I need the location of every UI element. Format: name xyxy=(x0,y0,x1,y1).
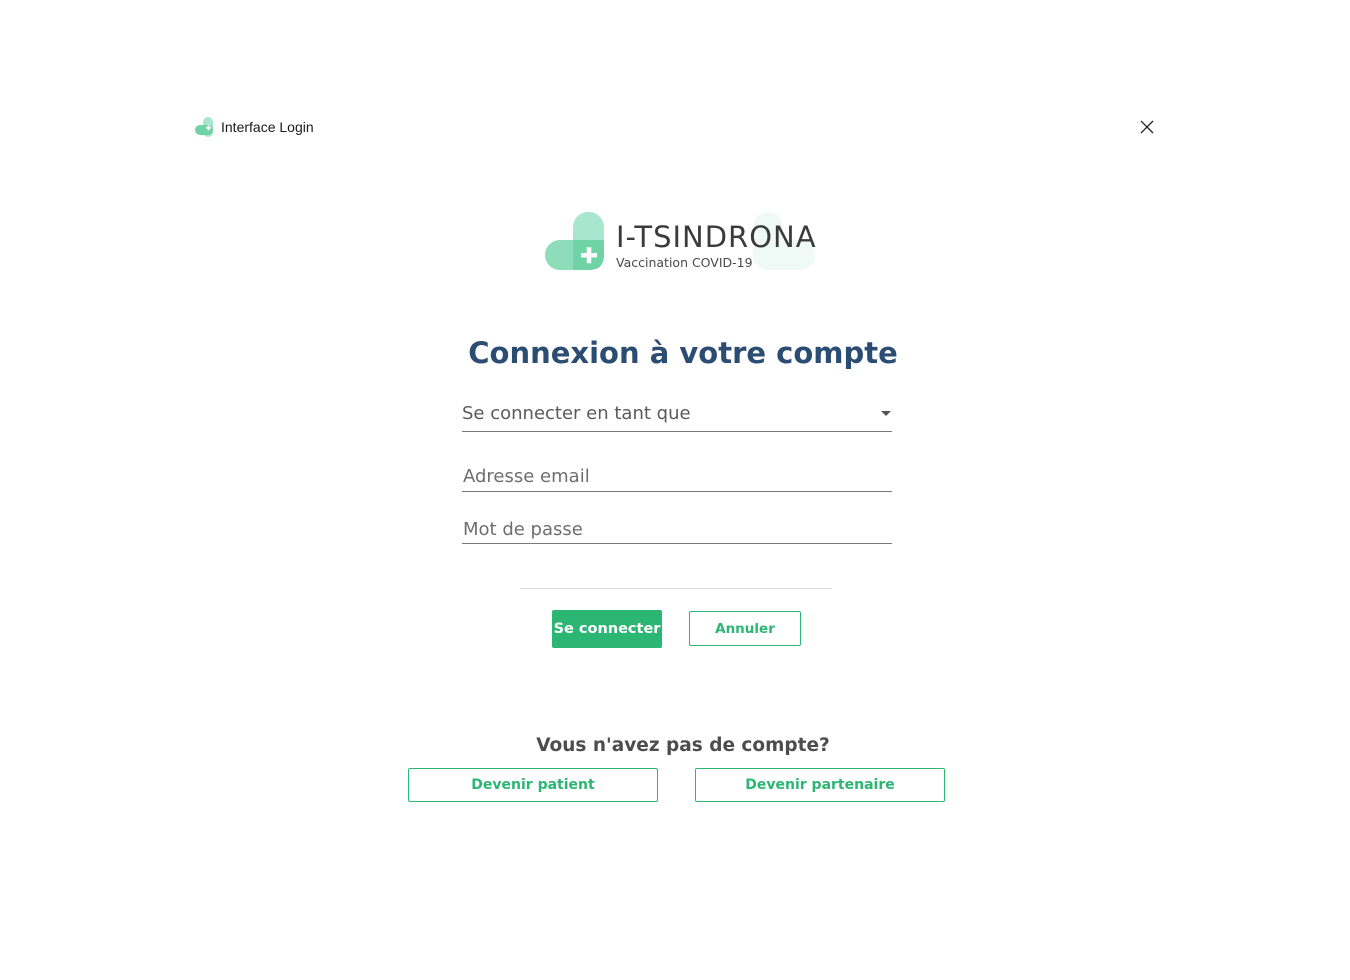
title-bar: Interface Login xyxy=(195,114,314,140)
signup-prompt: Vous n'avez pas de compte? xyxy=(536,735,830,756)
chevron-down-icon xyxy=(881,411,891,416)
role-select-label: Se connecter en tant que xyxy=(462,403,691,424)
close-button[interactable] xyxy=(1134,114,1160,140)
login-window: Interface Login I-TSINDRONA Vaccination … xyxy=(0,0,1350,980)
app-logo: I-TSINDRONA Vaccination COVID-19 xyxy=(543,210,818,274)
logo-subtitle: Vaccination COVID-19 xyxy=(616,255,753,270)
password-field[interactable] xyxy=(462,516,893,542)
login-button[interactable]: Se connecter xyxy=(552,610,662,648)
form-divider xyxy=(520,588,832,589)
close-icon xyxy=(1140,120,1154,134)
become-partner-button[interactable]: Devenir partenaire xyxy=(695,768,945,802)
email-field-wrapper xyxy=(462,463,893,492)
app-logo-icon xyxy=(195,117,215,137)
logo-mark-icon xyxy=(545,212,604,270)
email-field[interactable] xyxy=(462,463,893,489)
become-patient-button[interactable]: Devenir patient xyxy=(408,768,658,802)
page-title: Connexion à votre compte xyxy=(468,336,898,370)
logo-name: I-TSINDRONA xyxy=(616,220,817,254)
role-select[interactable]: Se connecter en tant que xyxy=(462,402,892,432)
password-field-wrapper xyxy=(462,516,893,544)
cancel-button[interactable]: Annuler xyxy=(689,611,801,646)
window-title: Interface Login xyxy=(221,119,314,135)
